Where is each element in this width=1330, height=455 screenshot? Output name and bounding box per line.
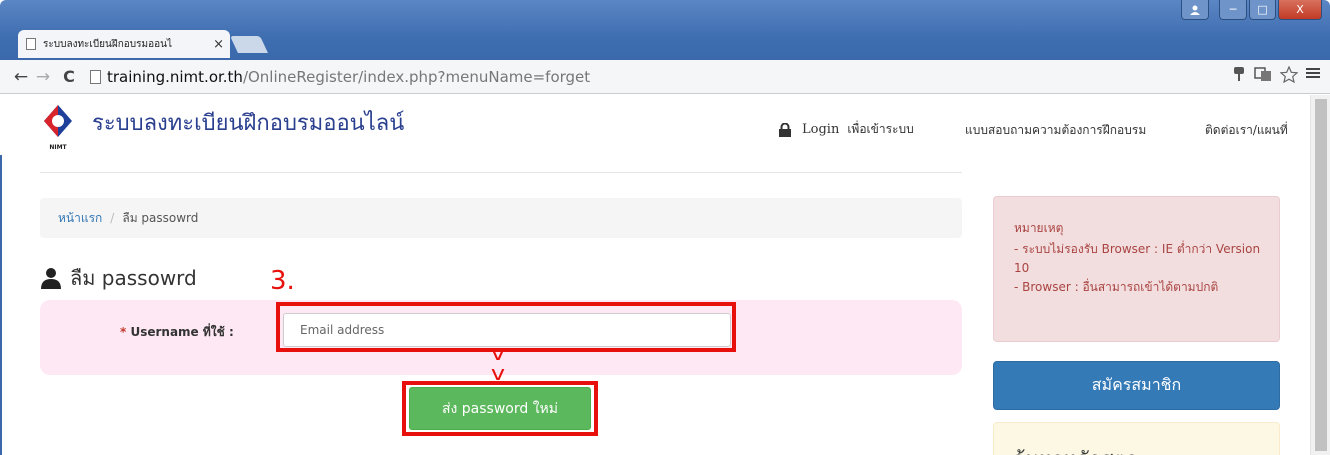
arrow-down-annotation: v — [490, 341, 506, 365]
nav-contact-link[interactable]: ติดต่อเรา/แผนที่ — [1205, 121, 1288, 140]
lock-icon — [779, 122, 791, 137]
nimt-logo-icon[interactable]: NIMT — [42, 103, 74, 151]
window-controls: ─ □ X — [1181, 0, 1322, 20]
username-label-text: Username ที่ใช้ : — [130, 325, 234, 339]
scrollbar-thumb[interactable] — [1315, 99, 1327, 451]
browser-toolbar: ← → C training.nimt.or.th /OnlineRegiste… — [0, 60, 1330, 94]
minimize-button[interactable]: ─ — [1219, 0, 1247, 20]
user-icon — [41, 268, 61, 289]
course-search-title: ค้นหาหลักสูตร — [1012, 443, 1279, 455]
step-number-annotation: 3. — [270, 266, 295, 296]
input-highlight-annotation — [276, 302, 736, 352]
breadcrumb: หน้าแรก / ลืม passowrd — [40, 198, 962, 238]
send-new-password-button[interactable]: ส่ง password ใหม่ — [409, 387, 591, 430]
reload-button[interactable]: C — [58, 67, 80, 86]
svg-text:NIMT: NIMT — [49, 144, 67, 151]
user-profile-icon[interactable] — [1181, 0, 1209, 20]
breadcrumb-separator: / — [110, 211, 115, 225]
nav-survey-link[interactable]: แบบสอบถามความต้องการฝึกอบรม — [965, 121, 1146, 140]
tab-close-icon[interactable]: × — [213, 38, 224, 51]
maximize-button[interactable]: □ — [1249, 0, 1276, 20]
address-bar[interactable]: training.nimt.or.th /OnlineRegister/inde… — [90, 65, 1270, 89]
translate-icon[interactable] — [1254, 66, 1272, 82]
browser-titlebar: ระบบลงทะเบียนฝึกอบรมออนไ × ─ □ X — [0, 0, 1330, 64]
username-field-label: * Username ที่ใช้ : — [120, 323, 234, 342]
site-title[interactable]: ระบบลงทะเบียนฝึกอบรมออนไลน์ — [92, 105, 404, 140]
breadcrumb-current: ลืม passowrd — [122, 210, 199, 225]
url-path: /OnlineRegister/index.php?menuName=forge… — [242, 67, 591, 86]
nav-login-link[interactable]: Login เพื่อเข้าระบบ — [778, 120, 914, 139]
arrow-down-annotation: v — [490, 361, 506, 385]
register-button[interactable]: สมัครสมาชิก — [993, 361, 1280, 410]
page-title-text: ลืม passowrd — [70, 266, 197, 290]
breadcrumb-home-link[interactable]: หน้าแรก — [58, 209, 102, 228]
required-mark: * — [120, 325, 127, 339]
new-tab-button[interactable] — [230, 36, 268, 53]
page-scrollbar[interactable] — [1310, 95, 1330, 455]
notice-alert: หมายเหตุ - ระบบไม่รองรับ Browser : IE ต่… — [993, 196, 1280, 342]
close-window-button[interactable]: X — [1278, 0, 1322, 20]
notice-line-ie: - ระบบไม่รองรับ Browser : IE ต่ำกว่า Ver… — [1014, 242, 1261, 275]
forward-button[interactable]: → — [32, 67, 54, 87]
login-label: Login — [802, 122, 840, 137]
header-divider — [40, 172, 962, 173]
browser-tab[interactable]: ระบบลงทะเบียนฝึกอบรมออนไ × — [18, 30, 230, 58]
course-search-panel: ค้นหาหลักสูตร — [993, 422, 1280, 455]
notice-title: หมายเหตุ — [1014, 221, 1064, 235]
bookmark-star-icon[interactable] — [1280, 66, 1298, 83]
toolbar-icons — [1232, 66, 1320, 83]
document-icon — [26, 38, 36, 50]
extension-icon[interactable] — [1232, 66, 1246, 82]
back-button[interactable]: ← — [10, 67, 32, 87]
tab-title: ระบบลงทะเบียนฝึกอบรมออนไ — [43, 38, 172, 50]
page-icon — [90, 69, 101, 84]
notice-line-browser: - Browser : อื่นสามารถเข้าได้ตามปกติ — [1014, 280, 1219, 294]
site-header: NIMT ระบบลงทะเบียนฝึกอบรมออนไลน์ Login เ… — [0, 95, 1310, 155]
menu-icon[interactable] — [1306, 66, 1320, 80]
login-sub-label: เพื่อเข้าระบบ — [847, 122, 914, 136]
url-host: training.nimt.or.th — [107, 67, 243, 86]
page-title: ลืม passowrd — [40, 262, 197, 294]
